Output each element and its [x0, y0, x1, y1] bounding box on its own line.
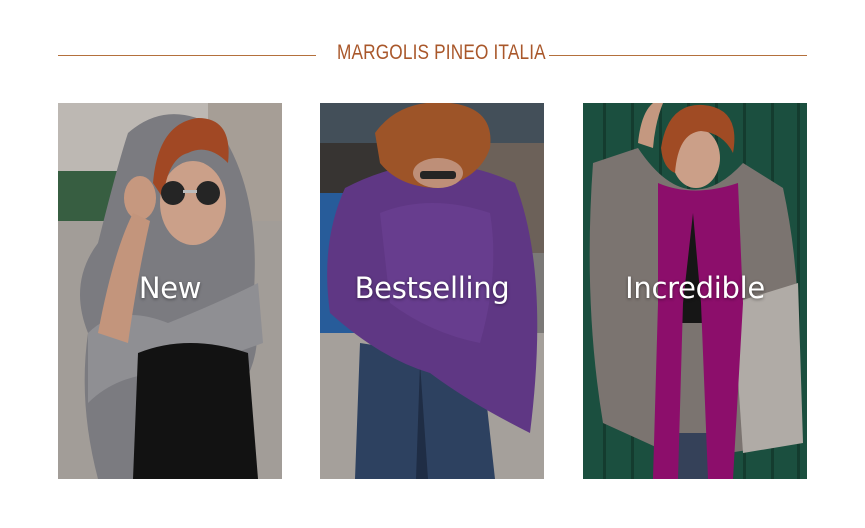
tile-label-bestselling: Bestselling: [354, 271, 510, 305]
collection-tile-new[interactable]: New: [58, 103, 282, 479]
tile-label-incredible: Incredible: [625, 271, 765, 305]
brand-header: MARGOLIS PINEO ITALIA: [58, 38, 807, 72]
brand-divider-right: [549, 55, 807, 56]
collection-tile-bestselling[interactable]: Bestselling: [320, 103, 544, 479]
collection-tile-incredible[interactable]: Incredible: [583, 103, 807, 479]
brand-title[interactable]: MARGOLIS PINEO ITALIA: [337, 41, 546, 65]
brand-divider-left: [58, 55, 316, 56]
tile-label-new: New: [138, 271, 202, 305]
